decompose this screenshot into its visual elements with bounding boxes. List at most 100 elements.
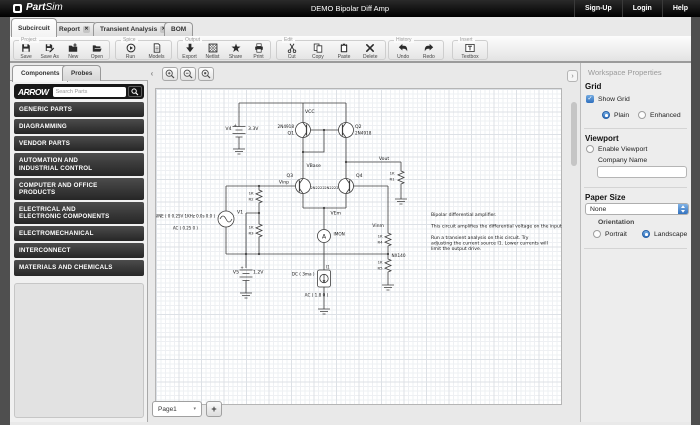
netlist-button[interactable]: Netlist [201,41,224,60]
textbox-icon [465,43,475,53]
button-label: New [68,54,78,60]
value-v4: 3.3V [248,126,259,132]
zoom-in-button[interactable] [162,67,178,81]
models-icon [152,43,162,53]
landscape-radio[interactable] [642,230,650,238]
export-button[interactable]: Export [178,41,201,60]
ground-symbol[interactable] [382,285,394,290]
login-link[interactable]: Login [622,0,662,17]
resistor-r5[interactable] [385,257,391,274]
ground-symbol[interactable] [395,199,407,204]
show-grid-checkbox[interactable]: ✓ [586,95,594,103]
cut-button[interactable]: Cut [280,41,303,60]
grid-enhanced-label[interactable]: Enhanced [650,112,681,120]
undo-button[interactable]: Undo [392,41,415,60]
grid-plain-radio[interactable] [602,111,610,119]
part-q4: 2N2222 [324,186,338,190]
save-icon [21,43,31,53]
resistor-r4[interactable] [385,231,391,248]
group-label: Insert [458,38,475,43]
ground-symbol[interactable] [233,149,245,154]
share-icon [231,43,241,53]
help-link[interactable]: Help [662,0,698,17]
save-as-button[interactable]: Save As [38,41,61,60]
sidebar-tab-components[interactable]: Components [12,65,68,82]
sidebar-tab-probes[interactable]: Probes [62,65,101,81]
textbox-button[interactable]: Textbox [459,41,482,60]
source-v1-sine[interactable] [218,211,234,227]
battery-v4[interactable] [233,127,246,138]
annotation-textbox[interactable]: Bipolar differential amplifier. This cir… [430,212,563,252]
resistor-r1[interactable] [398,169,404,186]
transistor-q2[interactable] [339,123,354,138]
tab-bom[interactable]: BOM [164,22,193,36]
add-page-button[interactable]: + [206,401,222,417]
category-materials-chemicals[interactable]: MATERIALS AND CHEMICALS [14,260,144,275]
ref-q2: Q2 [355,124,362,130]
enable-viewport-radio[interactable] [586,145,594,153]
enable-viewport-label[interactable]: Enable Viewport [598,146,647,154]
new-button[interactable]: New [62,41,85,60]
canvas-scrollbar-thumb[interactable] [571,102,577,166]
portrait-label[interactable]: Portrait [605,231,627,239]
left-margin [0,17,10,425]
value-r1: 1K [390,171,395,176]
category-interconnect[interactable]: INTERCONNECT [14,243,144,258]
run-button[interactable]: Run [119,41,142,60]
transistor-q4[interactable] [339,179,354,194]
zoom-fit-button[interactable] [198,67,214,81]
paper-size-select[interactable]: None [585,203,689,215]
transistor-q3[interactable] [296,179,311,194]
resistor-r3[interactable] [256,222,262,239]
ground-symbol[interactable] [318,309,330,314]
company-name-input[interactable] [597,166,687,178]
landscape-label[interactable]: Landscape [654,231,687,239]
close-icon[interactable]: ✕ [83,26,90,33]
transistor-q1[interactable] [296,123,311,138]
partsim-logo-icon [13,4,22,13]
category-electrical-electronic[interactable]: ELECTRICAL AND ELECTRONIC COMPONENTS [14,202,144,224]
properties-collapse-button[interactable]: › [567,70,578,82]
button-label: Export [182,54,196,60]
category-electromechanical[interactable]: ELECTROMECHANICAL [14,226,144,241]
tab-transient-analysis[interactable]: Transient Analysis ✕ [93,22,174,36]
net-label-vinm: Vinm [372,223,384,229]
grid-plain-label[interactable]: Plain [614,112,629,120]
ground-symbol[interactable] [240,293,252,298]
sidebar-collapse-button[interactable]: ‹ [148,68,156,80]
show-grid-label[interactable]: Show Grid [598,96,630,104]
resistor-r2[interactable] [256,188,262,205]
current-source-i1[interactable] [318,270,331,287]
button-label: Print [253,54,263,60]
copy-button[interactable]: Copy [306,41,329,60]
share-button[interactable]: Share [224,41,247,60]
grid-enhanced-radio[interactable] [638,111,646,119]
redo-button[interactable]: Redo [417,41,440,60]
print-button[interactable]: Print [247,41,270,60]
save-button[interactable]: Save [15,41,38,60]
category-vendor-parts[interactable]: VENDOR PARTS [14,136,144,151]
category-generic-parts[interactable]: GENERIC PARTS [14,102,144,117]
paste-button[interactable]: Paste [333,41,356,60]
tab-report[interactable]: Report ✕ [52,22,97,36]
open-button[interactable]: Open [85,41,108,60]
category-computer-office[interactable]: COMPUTER AND OFFICE PRODUCTS [14,178,144,200]
battery-v5[interactable] [240,270,253,281]
category-automation-industrial[interactable]: AUTOMATION AND INDUSTRIAL CONTROL [14,153,144,175]
models-button[interactable]: Models [145,41,168,60]
tab-subcircuit[interactable]: Subcircuit [11,18,57,37]
zoom-out-button[interactable] [180,67,196,81]
search-input[interactable] [53,87,126,97]
portrait-radio[interactable] [593,230,601,238]
delete-button[interactable]: Delete [359,41,382,60]
search-button[interactable] [128,86,142,97]
schematic-canvas[interactable]: VCC V4 + 3.3V 2N4918 Q1 Q2 2N4918 VBase … [155,88,562,405]
category-diagramming[interactable]: DIAGRAMMING [14,119,144,134]
schematic-drawing[interactable]: VCC V4 + 3.3V 2N4918 Q1 Q2 2N4918 VBase … [156,89,563,406]
brand-sim: Sim [45,2,62,13]
page-tab[interactable]: Page1 ▾ [152,401,202,417]
signup-link[interactable]: Sign-Up [574,0,622,17]
net-label-vbase: VBase [307,163,322,169]
junction-dots [245,129,389,255]
zoom-fit-icon [201,69,211,79]
